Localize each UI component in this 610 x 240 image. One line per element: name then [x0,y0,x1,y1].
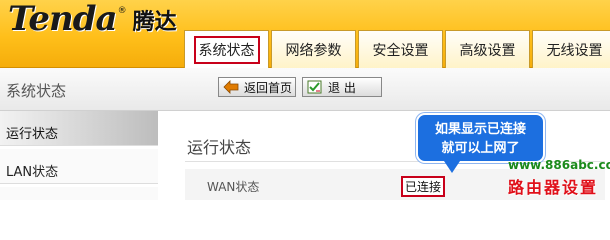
watermark-url: www.886abc.com [508,158,610,172]
annotation-callout: 如果显示已连接 就可以上网了 [416,113,545,163]
callout-line-2: 就可以上网了 [441,141,520,156]
tab-label: 无线设置 [546,42,603,59]
section-heading: 系统状态 [6,82,67,100]
exit-checklist-icon [306,79,324,95]
wan-status-label: WAN状态 [207,180,260,194]
page-title: 运行状态 [187,138,252,157]
sidebar-item-next[interactable] [0,187,158,200]
main-tabs: 系统状态 网络参数 安全设置 高级设置 无线设置 [184,30,610,68]
tab-security-settings[interactable]: 安全设置 [358,30,443,68]
sidebar-item-run-status[interactable]: 运行状态 [0,111,158,146]
exit-button[interactable]: 退 出 [302,77,382,97]
exit-label: 退 出 [328,80,356,95]
tenda-logo: Tenda ® 腾达 [8,2,177,36]
tab-wireless-settings[interactable]: 无线设置 [532,30,610,68]
tab-network-params[interactable]: 网络参数 [271,30,356,68]
sub-toolbar: 系统状态 返回首页 退 出 [0,68,610,111]
logo-text: Tenda [8,0,118,39]
tab-label: 安全设置 [372,42,429,59]
back-home-button[interactable]: 返回首页 [218,77,296,97]
sidebar-item-lan-status[interactable]: LAN状态 [0,149,158,184]
callout-line-1: 如果显示已连接 [434,122,526,137]
back-home-label: 返回首页 [244,80,293,95]
back-arrow-icon [222,79,240,95]
tab-label: 系统状态 [193,35,260,64]
tab-label: 高级设置 [459,42,516,59]
tab-system-status[interactable]: 系统状态 [184,30,269,68]
router-admin-page: Tenda ® 腾达 系统状态 网络参数 安全设置 高级设置 无线设置 系统状态… [0,0,610,200]
callout-pointer [444,161,460,173]
logo-chinese-text: 腾达 [132,10,177,35]
watermark-title: 路由器设置 [508,178,599,197]
wan-status-value: 已连接 [401,176,446,197]
registered-mark: ® [117,6,127,16]
tab-label: 网络参数 [285,42,342,59]
sidebar: 运行状态 LAN状态 [0,111,160,200]
header-bar: Tenda ® 腾达 系统状态 网络参数 安全设置 高级设置 无线设置 [0,0,610,68]
tab-advanced-settings[interactable]: 高级设置 [445,30,530,68]
